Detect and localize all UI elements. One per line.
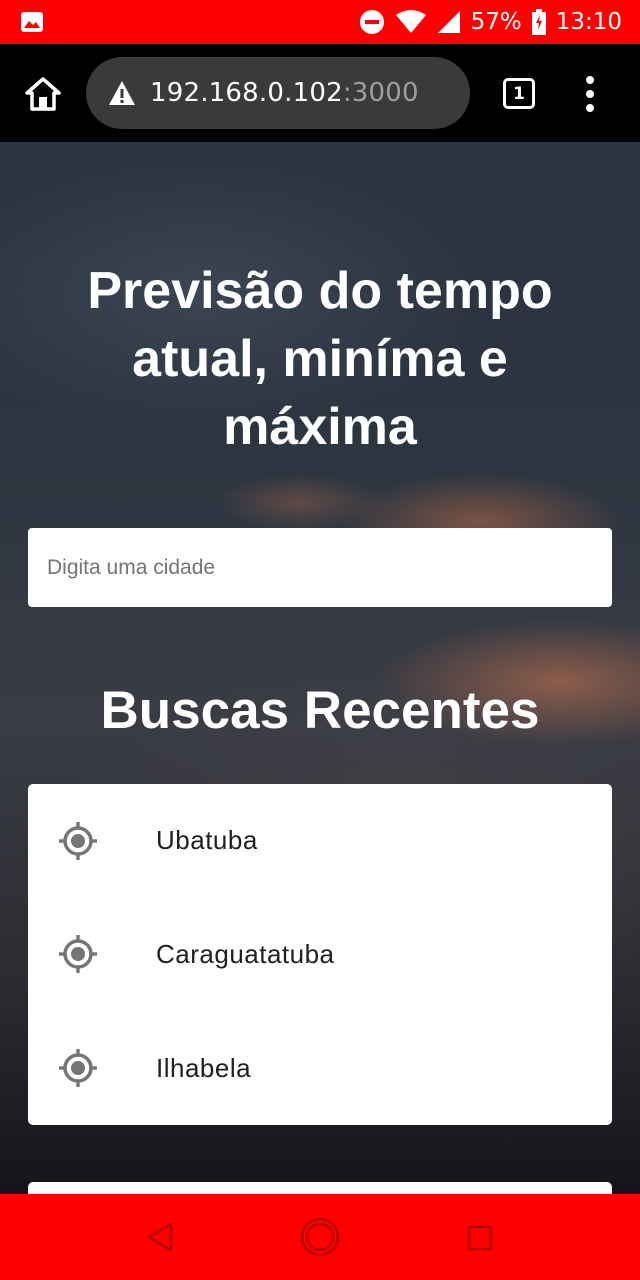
more-vert-icon[interactable] <box>583 76 597 112</box>
browser-home-button[interactable] <box>24 76 62 112</box>
clock: 13:10 <box>555 9 622 35</box>
url-text: 192.168.0.102:3000 <box>150 78 419 108</box>
signal-icon <box>437 11 460 33</box>
city-search-input[interactable] <box>28 528 612 607</box>
warning-icon[interactable] <box>108 80 136 106</box>
recent-search-label: Caraguatatuba <box>156 938 335 969</box>
page-title: Previsão do tempo atual, miníma e máxima <box>87 262 553 456</box>
battery-percent: 57% <box>470 9 522 35</box>
recent-searches-title: Buscas Recentes <box>100 681 540 740</box>
my-location-icon <box>59 821 97 860</box>
recent-searches-list: Ubatuba Caraguatatuba Ilhabela <box>28 784 612 1125</box>
menu-dot <box>586 76 594 84</box>
recent-search-item[interactable]: Ubatuba <box>28 784 612 897</box>
home-circle-icon[interactable] <box>300 1217 340 1257</box>
browser-toolbar: 192.168.0.102:3000 1 <box>0 44 640 142</box>
battery-charging-icon <box>531 9 546 35</box>
recent-search-item[interactable]: Ilhabela <box>28 1011 612 1125</box>
page-content: Previsão do tempo atual, miníma e máxima… <box>0 142 640 1194</box>
tab-switcher-button[interactable]: 1 <box>503 78 535 109</box>
recents-square-icon[interactable] <box>467 1225 493 1251</box>
image-notification-icon <box>21 12 43 32</box>
menu-dot <box>586 90 594 98</box>
address-bar[interactable]: 192.168.0.102:3000 <box>86 57 470 129</box>
my-location-icon <box>59 935 97 973</box>
do-not-disturb-icon <box>359 10 384 34</box>
status-right: 57% 13:10 <box>359 9 622 35</box>
status-bar: 57% 13:10 <box>0 0 640 44</box>
my-location-icon <box>59 1049 97 1087</box>
url-port: :3000 <box>342 78 419 108</box>
next-card <box>28 1182 612 1194</box>
back-icon[interactable] <box>145 1221 175 1253</box>
recent-search-label: Ilhabela <box>156 1052 252 1083</box>
home-icon <box>25 77 61 111</box>
wifi-icon <box>395 10 426 33</box>
menu-dot <box>586 104 594 112</box>
navigation-bar <box>0 1194 640 1280</box>
status-left <box>20 11 44 33</box>
url-host: 192.168.0.102 <box>150 78 343 108</box>
recent-search-label: Ubatuba <box>156 825 258 855</box>
recent-search-item[interactable]: Caraguatatuba <box>28 897 612 1011</box>
